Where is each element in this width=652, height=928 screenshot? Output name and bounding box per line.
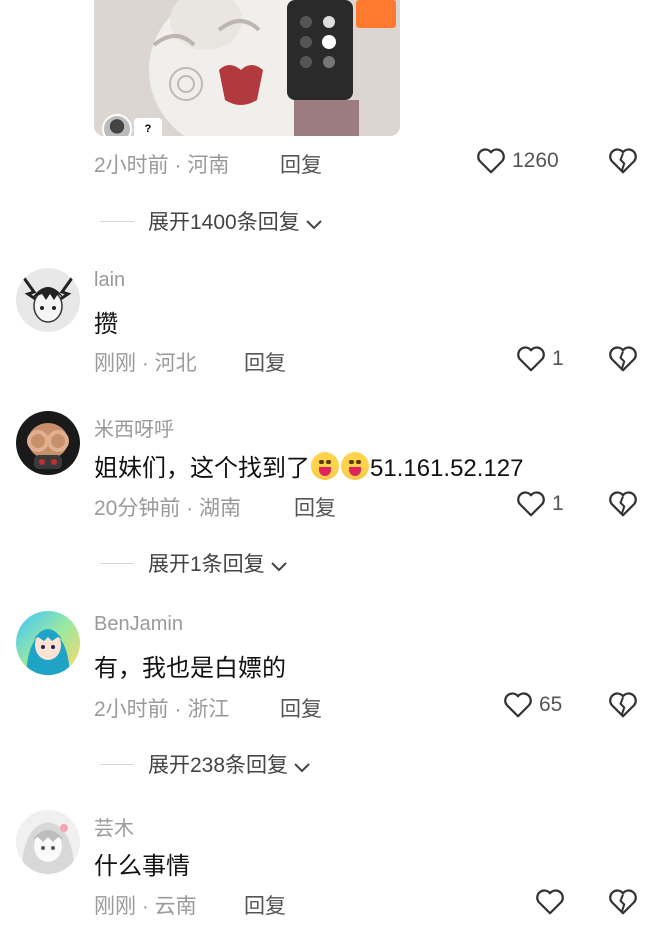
expand-replies-button[interactable]: 展开1400条回复	[148, 206, 323, 236]
like-button[interactable]	[503, 691, 533, 719]
like-button[interactable]	[535, 888, 565, 916]
image-badge: ?	[134, 118, 162, 136]
expand-replies-button[interactable]: 展开1条回复	[148, 548, 288, 578]
broken-heart-icon	[609, 346, 637, 372]
plush-toy-photo	[94, 0, 400, 136]
like-count: 1	[552, 492, 564, 515]
heart-outline-icon	[517, 491, 545, 517]
avatar[interactable]	[16, 611, 80, 675]
tongue-out-emoji	[341, 452, 369, 480]
username[interactable]: 芸木	[94, 812, 134, 841]
comment-meta: 刚刚 · 河北	[94, 352, 197, 375]
poster-avatar	[102, 114, 132, 136]
heart-outline-icon	[536, 889, 564, 915]
expand-replies-button[interactable]: 展开238条回复	[148, 749, 311, 779]
comment-region: 湖南	[199, 497, 242, 520]
like-button[interactable]	[516, 345, 546, 373]
broken-heart-icon	[609, 491, 637, 517]
dislike-button[interactable]	[608, 345, 638, 373]
reply-button[interactable]: 回复	[244, 890, 286, 920]
divider	[100, 563, 134, 564]
like-count: 65	[539, 693, 563, 716]
broken-heart-icon	[609, 692, 637, 718]
dislike-button[interactable]	[608, 691, 638, 719]
reply-button[interactable]: 回复	[244, 347, 286, 377]
username[interactable]: lain	[94, 269, 125, 292]
comment-image-attachment[interactable]: ?	[94, 0, 400, 136]
divider	[100, 221, 134, 222]
avatar[interactable]	[16, 411, 80, 475]
comment-text: 攒	[94, 311, 118, 338]
comment-time: 20分钟前	[94, 497, 181, 520]
avatar[interactable]	[16, 268, 80, 332]
like-button[interactable]	[476, 147, 506, 175]
username[interactable]: 米西呀呼	[94, 413, 174, 442]
comment-region: 河南	[187, 154, 230, 177]
like-count: 1260	[512, 149, 559, 172]
chevron-down-icon	[294, 762, 310, 772]
comment-region: 浙江	[187, 698, 230, 721]
comment-text: 有，我也是白嫖的	[94, 655, 286, 682]
comment-time: 刚刚	[94, 895, 136, 918]
like-count: 1	[552, 347, 564, 370]
heart-outline-icon	[504, 692, 532, 718]
chevron-down-icon	[271, 561, 287, 571]
avatar[interactable]	[16, 810, 80, 874]
chevron-down-icon	[306, 219, 322, 229]
heart-outline-icon	[517, 346, 545, 372]
reply-button[interactable]: 回复	[280, 693, 322, 723]
comment-meta: 2小时前 · 浙江	[94, 698, 230, 721]
comment-text: 什么事情	[94, 853, 190, 880]
dislike-button[interactable]	[608, 490, 638, 518]
comment-meta: 20分钟前 · 湖南	[94, 497, 242, 520]
comment-time: 2小时前	[94, 698, 169, 721]
heart-outline-icon	[477, 148, 505, 174]
like-button[interactable]	[516, 490, 546, 518]
reply-button[interactable]: 回复	[294, 492, 336, 522]
comment-region: 河北	[154, 352, 197, 375]
comment-time: 2小时前	[94, 154, 169, 177]
dislike-button[interactable]	[608, 147, 638, 175]
dislike-button[interactable]	[608, 888, 638, 916]
comment-time: 刚刚	[94, 352, 136, 375]
comment-region: 云南	[154, 895, 197, 918]
comment-meta: 2小时前 · 河南	[94, 154, 230, 177]
username[interactable]: BenJamin	[94, 613, 183, 636]
comment-meta: 刚刚 · 云南	[94, 895, 197, 918]
broken-heart-icon	[609, 148, 637, 174]
reply-button[interactable]: 回复	[280, 149, 322, 179]
divider	[100, 764, 134, 765]
comment-text: 姐妹们，这个找到了 51.161.52.127	[94, 448, 523, 483]
tongue-out-emoji	[311, 452, 339, 480]
broken-heart-icon	[609, 889, 637, 915]
